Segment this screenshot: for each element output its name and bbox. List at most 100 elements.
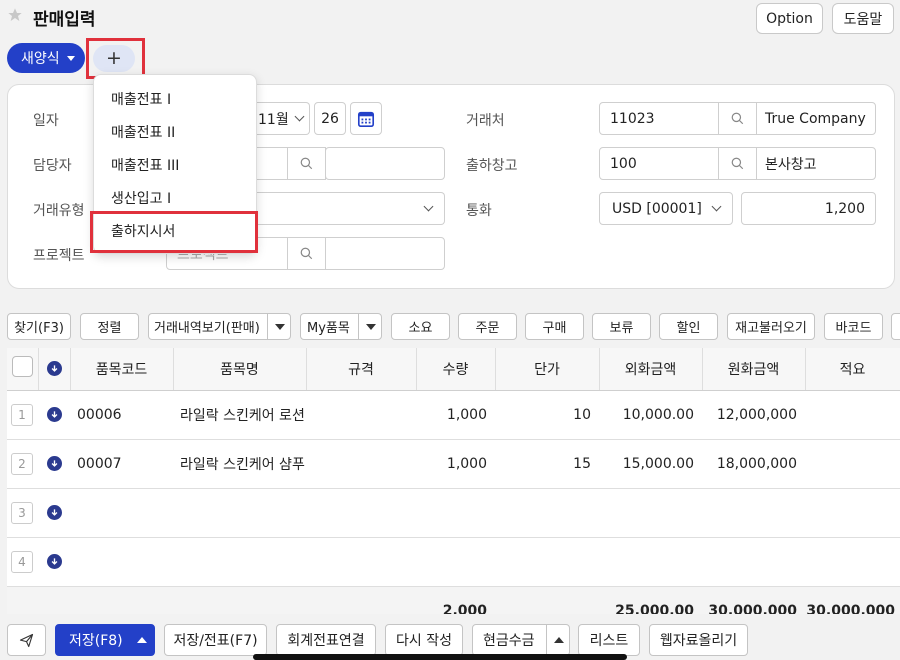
price-cell[interactable] [495,537,599,587]
item-name-cell[interactable]: 라일락 스킨케어 샴푸 [173,439,306,489]
customer-code-input[interactable]: 11023 [599,102,719,135]
consume-button[interactable]: 소요 [391,313,450,340]
web-upload-button[interactable]: 웹자료올리기 [649,624,748,656]
project-name-field[interactable] [325,237,445,270]
col-header-code[interactable]: 품목코드 [70,348,174,391]
arrow-down-circle-icon[interactable] [46,360,62,376]
won-amount-cell[interactable]: 18,000,000 [702,439,805,489]
customer-name-field[interactable]: True Company [756,102,876,135]
menu-item-sales-slip-2[interactable]: 매출전표 II [94,115,258,148]
sort-button[interactable]: 정렬 [80,313,139,340]
option-button[interactable]: Option [756,3,823,34]
item-name-cell[interactable]: 라일락 스킨케어 로션 [173,390,306,440]
item-code-cell[interactable]: 00006 [70,390,173,440]
col-header-memo[interactable]: 적요 [805,348,900,391]
warehouse-search-button[interactable] [718,147,757,180]
memo-cell[interactable] [805,390,900,440]
row-expand-cell[interactable] [38,390,70,440]
table-row[interactable]: 4 [7,537,900,587]
memo-cell[interactable] [805,439,900,489]
col-header-won-amount[interactable]: 원화금액 [702,348,806,391]
expand-all-cell[interactable] [38,348,71,391]
my-items-button[interactable]: My품목 [300,313,382,340]
arrow-down-circle-icon[interactable] [46,504,62,520]
calendar-button[interactable] [350,102,382,135]
help-button[interactable]: 도움말 [832,3,894,34]
foreign-amount-cell[interactable]: 10,000.00 [599,390,702,440]
accounting-link-button[interactable]: 회계전표연결 [276,624,376,656]
price-cell[interactable]: 10 [495,390,599,440]
day-field[interactable]: 26 [314,102,346,135]
qty-cell[interactable]: 1,000 [416,390,495,440]
item-spec-cell[interactable] [306,488,416,538]
select-all-cell[interactable] [7,348,39,391]
warehouse-name-field[interactable]: 본사창고 [756,147,876,180]
col-header-qty[interactable]: 수량 [416,348,496,391]
item-spec-cell[interactable] [306,537,416,587]
won-amount-cell[interactable]: 12,000,000 [702,390,805,440]
rewrite-button[interactable]: 다시 작성 [385,624,463,656]
memo-cell[interactable] [805,537,900,587]
foreign-amount-cell[interactable]: 15,000.00 [599,439,702,489]
hold-button[interactable]: 보류 [592,313,651,340]
price-cell[interactable] [495,488,599,538]
history-button[interactable]: 거래내역보기(판매) [148,313,291,340]
manager-name-field[interactable] [325,147,445,180]
item-name-cell[interactable] [173,488,306,538]
new-form-button[interactable]: 새양식 [7,43,85,73]
month-select[interactable]: 11월 [256,102,310,135]
trade-type-select[interactable] [256,192,445,225]
table-row[interactable]: 3 [7,488,900,538]
row-expand-cell[interactable] [38,488,70,538]
item-code-cell[interactable]: 00007 [70,439,173,489]
item-spec-cell[interactable] [306,439,416,489]
price-cell[interactable]: 15 [495,439,599,489]
item-spec-cell[interactable] [306,390,416,440]
won-amount-cell[interactable] [702,488,805,538]
row-expand-cell[interactable] [38,537,70,587]
item-name-cell[interactable] [173,537,306,587]
stock-load-button[interactable]: 재고불러오기 [727,313,815,340]
arrow-down-circle-icon[interactable] [46,553,62,569]
favorite-star-icon[interactable] [7,7,23,23]
send-button[interactable] [7,624,46,656]
col-header-foreign-amount[interactable]: 외화금액 [599,348,703,391]
col-header-name[interactable]: 품목명 [173,348,307,391]
manager-search-button[interactable] [256,147,326,180]
col-header-spec[interactable]: 규격 [306,348,417,391]
row-expand-cell[interactable] [38,439,70,489]
foreign-amount-cell[interactable] [599,537,702,587]
col-header-price[interactable]: 단가 [495,348,600,391]
menu-item-sales-slip-3[interactable]: 매출전표 III [94,148,258,181]
list-button[interactable]: 리스트 [578,624,640,656]
qty-cell[interactable] [416,537,495,587]
select-all-checkbox[interactable] [11,356,33,378]
caret-up-icon[interactable] [137,637,147,643]
exchange-rate-input[interactable]: 1,200 [741,192,876,225]
warehouse-code-input[interactable]: 100 [599,147,719,180]
item-code-cell[interactable] [70,488,173,538]
save-button[interactable]: 저장(F8) [55,624,155,656]
arrow-down-circle-icon[interactable] [46,455,62,471]
project-search-button[interactable] [287,237,326,270]
save-slip-button[interactable]: 저장/전표(F7) [164,624,267,656]
won-amount-cell[interactable] [702,537,805,587]
qty-cell[interactable]: 1,000 [416,439,495,489]
purchase-button[interactable]: 구매 [525,313,584,340]
barcode-button[interactable]: 바코드 [824,313,883,340]
order-button[interactable]: 주문 [458,313,517,340]
add-template-button[interactable]: + [93,45,135,72]
table-row[interactable]: 1 00006 라일락 스킨케어 로션 1,000 10 10,000.00 1… [7,390,900,440]
discount-button[interactable]: 할인 [659,313,718,340]
qty-cell[interactable] [416,488,495,538]
currency-select[interactable]: USD [00001] [599,192,733,225]
arrow-down-circle-icon[interactable] [46,406,62,422]
table-row[interactable]: 2 00007 라일락 스킨케어 샴푸 1,000 15 15,000.00 1… [7,439,900,489]
cash-receipt-button[interactable]: 현금수금 [472,624,570,656]
customer-search-button[interactable] [718,102,757,135]
foreign-amount-cell[interactable] [599,488,702,538]
menu-item-sales-slip-1[interactable]: 매출전표 I [94,82,258,115]
find-button[interactable]: 찾기(F3) [7,313,71,340]
more-toolbar-button[interactable] [891,313,900,340]
menu-item-production-receipt-1[interactable]: 생산입고 I [94,181,258,214]
